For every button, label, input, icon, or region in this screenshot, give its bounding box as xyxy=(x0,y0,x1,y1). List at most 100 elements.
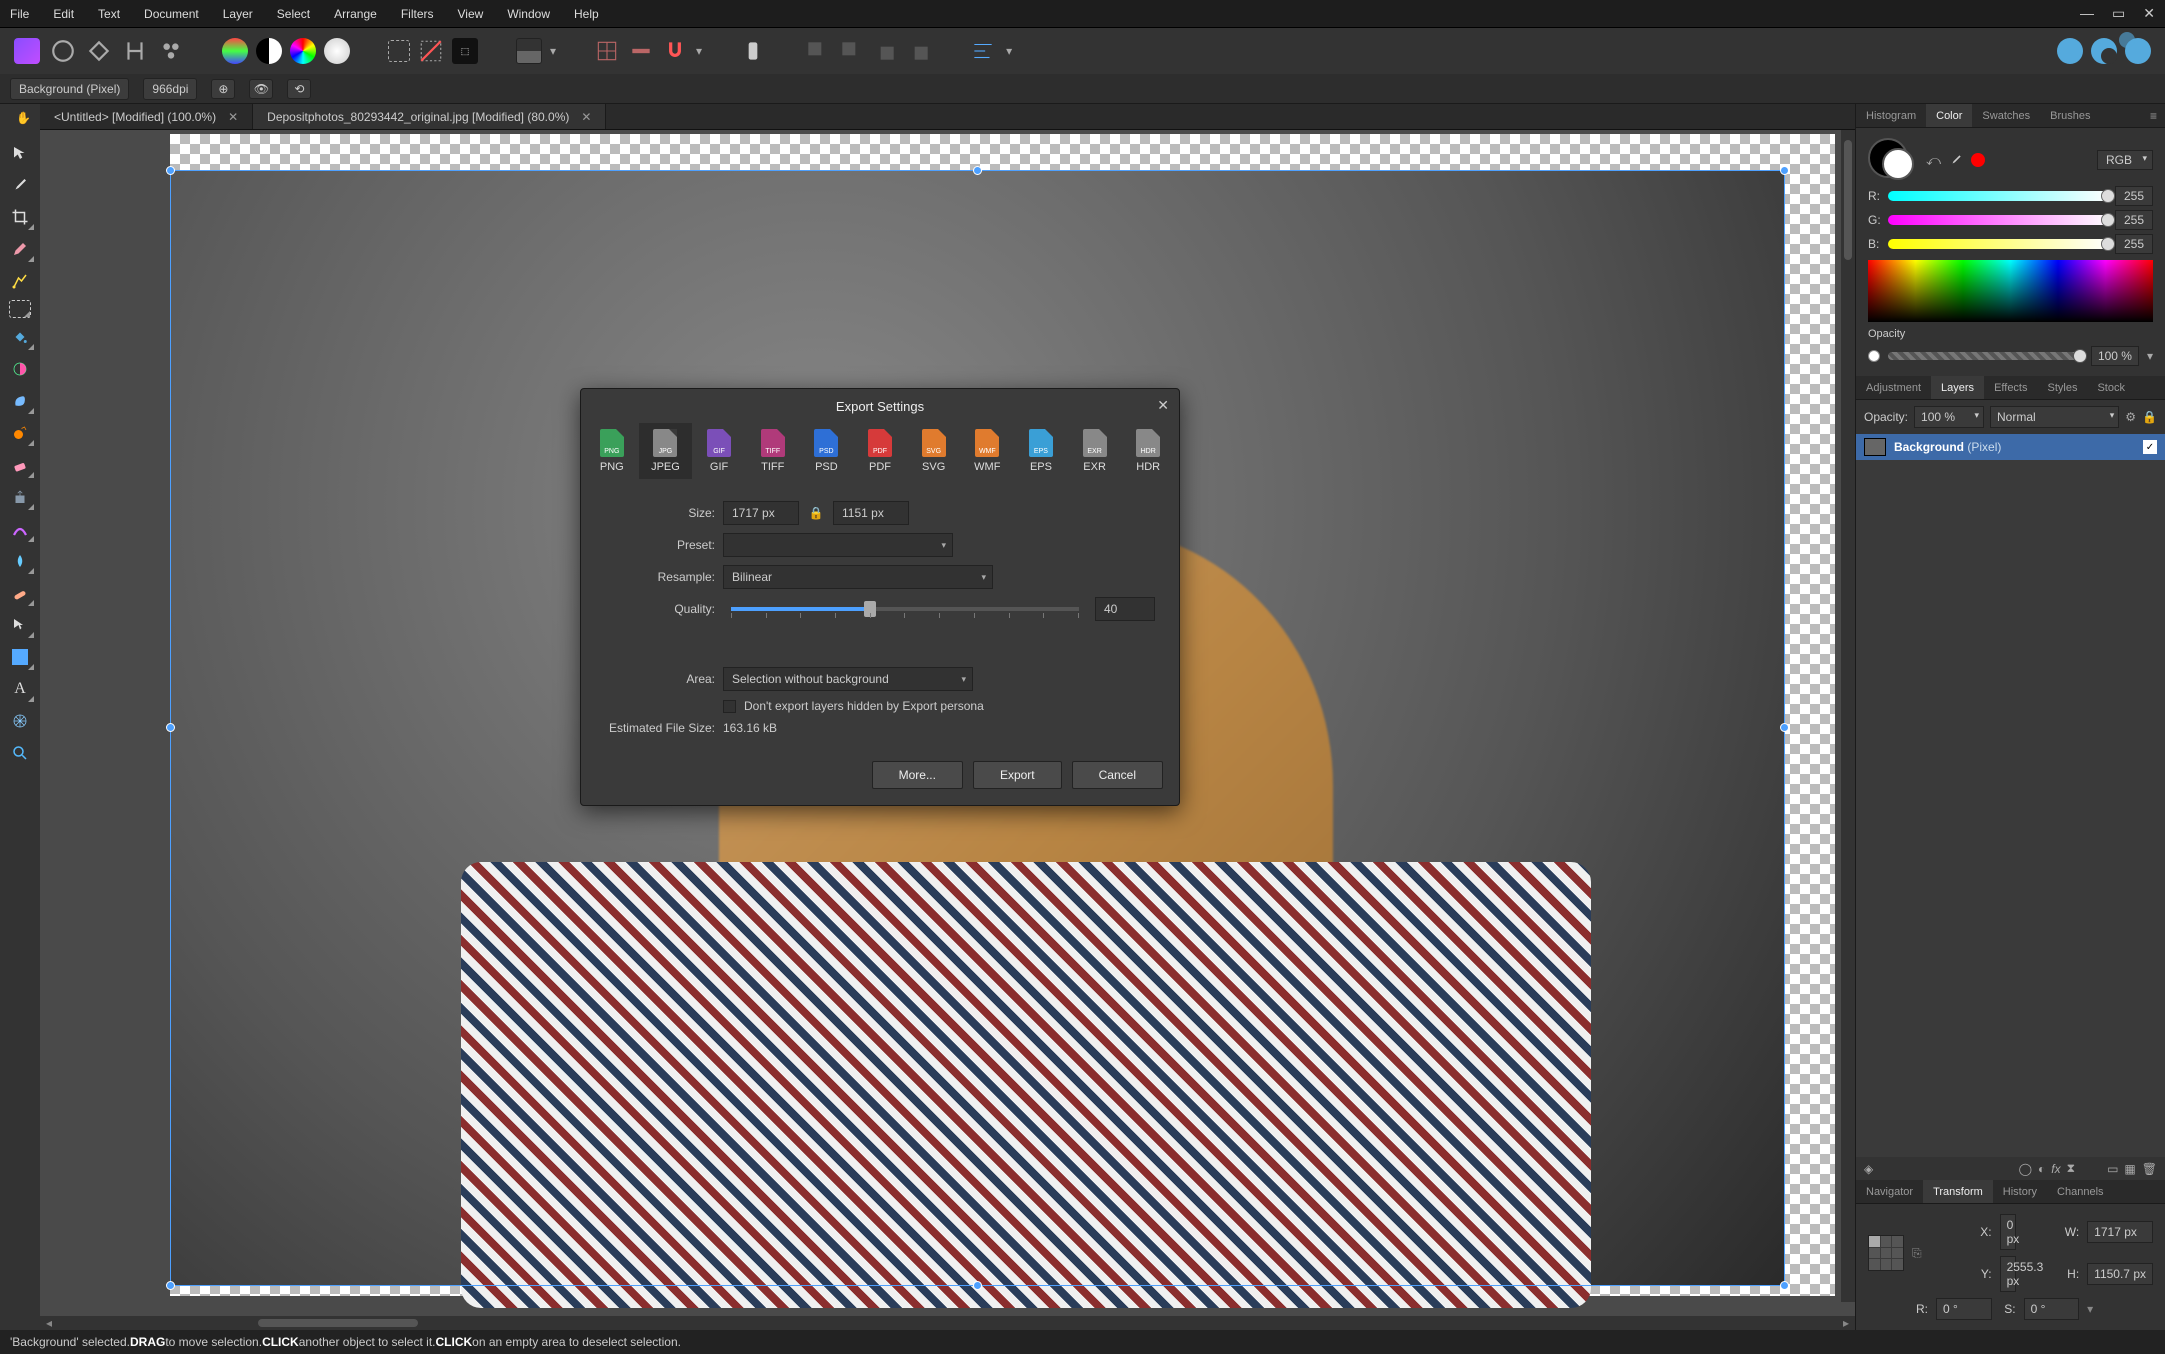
tab-swatches[interactable]: Swatches xyxy=(1972,104,2040,127)
blur-tool-icon[interactable] xyxy=(6,548,34,574)
layer-lock-icon[interactable]: 🔒 xyxy=(2142,410,2157,424)
persona-photo-icon[interactable] xyxy=(50,38,76,64)
dodge-burn-tool-icon[interactable] xyxy=(6,420,34,446)
export-width-field[interactable]: 1717 px xyxy=(723,501,799,525)
layer-visibility-checkbox[interactable]: ✓ xyxy=(2143,440,2157,454)
persona-develop-icon[interactable] xyxy=(122,38,148,64)
lock-aspect-icon[interactable]: 🔒 xyxy=(807,504,825,522)
resample-select[interactable]: Bilinear xyxy=(723,565,993,589)
persona-export-icon[interactable] xyxy=(158,38,184,64)
link-dimensions-icon[interactable]: ⎘ xyxy=(1912,1246,1928,1261)
tab-effects[interactable]: Effects xyxy=(1984,376,2037,399)
smudge-tool-icon[interactable] xyxy=(6,388,34,414)
format-eps[interactable]: EPS EPS xyxy=(1014,423,1068,479)
auto-colors-icon[interactable] xyxy=(290,38,316,64)
format-hdr[interactable]: HDR HDR xyxy=(1121,423,1175,479)
menu-file[interactable]: File xyxy=(10,7,29,21)
h-field[interactable]: 1150.7 px xyxy=(2087,1263,2153,1285)
dont-export-hidden-checkbox[interactable] xyxy=(723,700,736,713)
text-tool-icon[interactable]: A xyxy=(6,676,34,702)
blend-mode-select[interactable]: Normal xyxy=(1990,406,2119,428)
primary-color-swatch[interactable] xyxy=(1882,148,1914,180)
w-field[interactable]: 1717 px xyxy=(2087,1221,2153,1243)
assistant-icon[interactable] xyxy=(740,38,766,64)
format-exr[interactable]: EXR EXR xyxy=(1068,423,1122,479)
flood-fill-tool-icon[interactable] xyxy=(6,324,34,350)
opacity-dropdown-icon[interactable]: ▾ xyxy=(2147,349,2153,363)
erase-tool-icon[interactable] xyxy=(6,452,34,478)
move-tool-icon[interactable] xyxy=(6,140,34,166)
swap-colors-icon[interactable]: ⤺ xyxy=(1926,152,1941,169)
sampled-color-swatch[interactable] xyxy=(1971,153,1985,167)
paintbrush-tool-icon[interactable] xyxy=(6,236,34,262)
boolean-add-icon[interactable] xyxy=(2057,38,2083,64)
auto-levels-icon[interactable] xyxy=(222,38,248,64)
layer-row[interactable]: Background (Pixel) ✓ xyxy=(1856,434,2165,460)
menu-layer[interactable]: Layer xyxy=(223,7,253,21)
clone-tool-icon[interactable] xyxy=(6,484,34,510)
layer-gear-icon[interactable]: ⚙ xyxy=(2125,410,2136,424)
channel-value[interactable]: 255 xyxy=(2115,234,2153,254)
tab-color[interactable]: Color xyxy=(1926,104,1972,127)
guides-icon[interactable] xyxy=(628,38,654,64)
invert-selection-icon[interactable]: ⬚ xyxy=(452,38,478,64)
layers-filter-icon[interactable]: ◈ xyxy=(1864,1162,1873,1176)
channel-slider[interactable] xyxy=(1888,215,2109,225)
auto-wb-icon[interactable] xyxy=(324,38,350,64)
tab-styles[interactable]: Styles xyxy=(2038,376,2088,399)
format-tiff[interactable]: TIFF TIFF xyxy=(746,423,800,479)
tab-transform[interactable]: Transform xyxy=(1923,1180,1993,1203)
auto-contrast-icon[interactable] xyxy=(256,38,282,64)
align-icon[interactable] xyxy=(970,38,996,64)
healing-tool-icon[interactable] xyxy=(6,580,34,606)
shape-tool-icon[interactable] xyxy=(6,644,34,670)
app-logo-icon[interactable] xyxy=(14,38,40,64)
tab-stock[interactable]: Stock xyxy=(2087,376,2135,399)
s-field[interactable]: 0 ° xyxy=(2024,1298,2080,1320)
tab-history[interactable]: History xyxy=(1993,1180,2047,1203)
preset-select[interactable] xyxy=(723,533,953,557)
tab-navigator[interactable]: Navigator xyxy=(1856,1180,1923,1203)
channel-value[interactable]: 255 xyxy=(2115,186,2153,206)
format-pdf[interactable]: PDF PDF xyxy=(853,423,907,479)
x-field[interactable]: 0 px xyxy=(2000,1214,2016,1250)
menu-edit[interactable]: Edit xyxy=(53,7,74,21)
opacity-slider[interactable] xyxy=(1888,352,2083,360)
maximize-icon[interactable]: ▭ xyxy=(2112,5,2125,22)
dropdown-arrow-icon[interactable]: ▾ xyxy=(550,44,556,58)
target-icon[interactable]: ⊕ xyxy=(211,79,235,99)
persona-liquify-icon[interactable] xyxy=(86,38,112,64)
menu-window[interactable]: Window xyxy=(507,7,550,21)
dialog-titlebar[interactable]: Export Settings ✕ xyxy=(581,389,1179,423)
snap-dropdown-icon[interactable]: ▾ xyxy=(696,44,702,58)
cancel-button[interactable]: Cancel xyxy=(1072,761,1163,789)
export-button[interactable]: Export xyxy=(973,761,1062,789)
channel-slider[interactable] xyxy=(1888,191,2109,201)
format-psd[interactable]: PSD PSD xyxy=(800,423,854,479)
deselect-icon[interactable] xyxy=(418,38,444,64)
eyedropper-icon[interactable] xyxy=(1949,153,1963,167)
tab-channels[interactable]: Channels xyxy=(2047,1180,2113,1203)
menu-document[interactable]: Document xyxy=(144,7,199,21)
mesh-warp-tool-icon[interactable] xyxy=(6,708,34,734)
color-picker-tool-icon[interactable] xyxy=(6,172,34,198)
boolean-intersect-icon[interactable] xyxy=(2125,38,2151,64)
channel-slider[interactable] xyxy=(1888,239,2109,249)
menu-help[interactable]: Help xyxy=(574,7,599,21)
fx-icon[interactable]: fx xyxy=(2051,1162,2060,1176)
tab-close-icon[interactable]: ✕ xyxy=(581,110,591,124)
quality-slider[interactable] xyxy=(731,607,1079,611)
paint-mixer-tool-icon[interactable] xyxy=(6,356,34,382)
pen-tool-icon[interactable] xyxy=(6,612,34,638)
select-all-icon[interactable] xyxy=(388,40,410,62)
group-icon[interactable]: ▭ xyxy=(2107,1162,2118,1176)
marquee-tool-icon[interactable] xyxy=(9,300,31,318)
tab-histogram[interactable]: Histogram xyxy=(1856,104,1926,127)
crop-mask-icon[interactable]: ⧗ xyxy=(2067,1161,2075,1176)
minimize-icon[interactable]: — xyxy=(2080,5,2094,22)
area-select[interactable]: Selection without background xyxy=(723,667,973,691)
adjustment-icon[interactable]: ◐ xyxy=(2038,1162,2045,1176)
menu-text[interactable]: Text xyxy=(98,7,120,21)
eye-icon[interactable]: 👁 xyxy=(249,79,273,99)
menu-filters[interactable]: Filters xyxy=(401,7,434,21)
